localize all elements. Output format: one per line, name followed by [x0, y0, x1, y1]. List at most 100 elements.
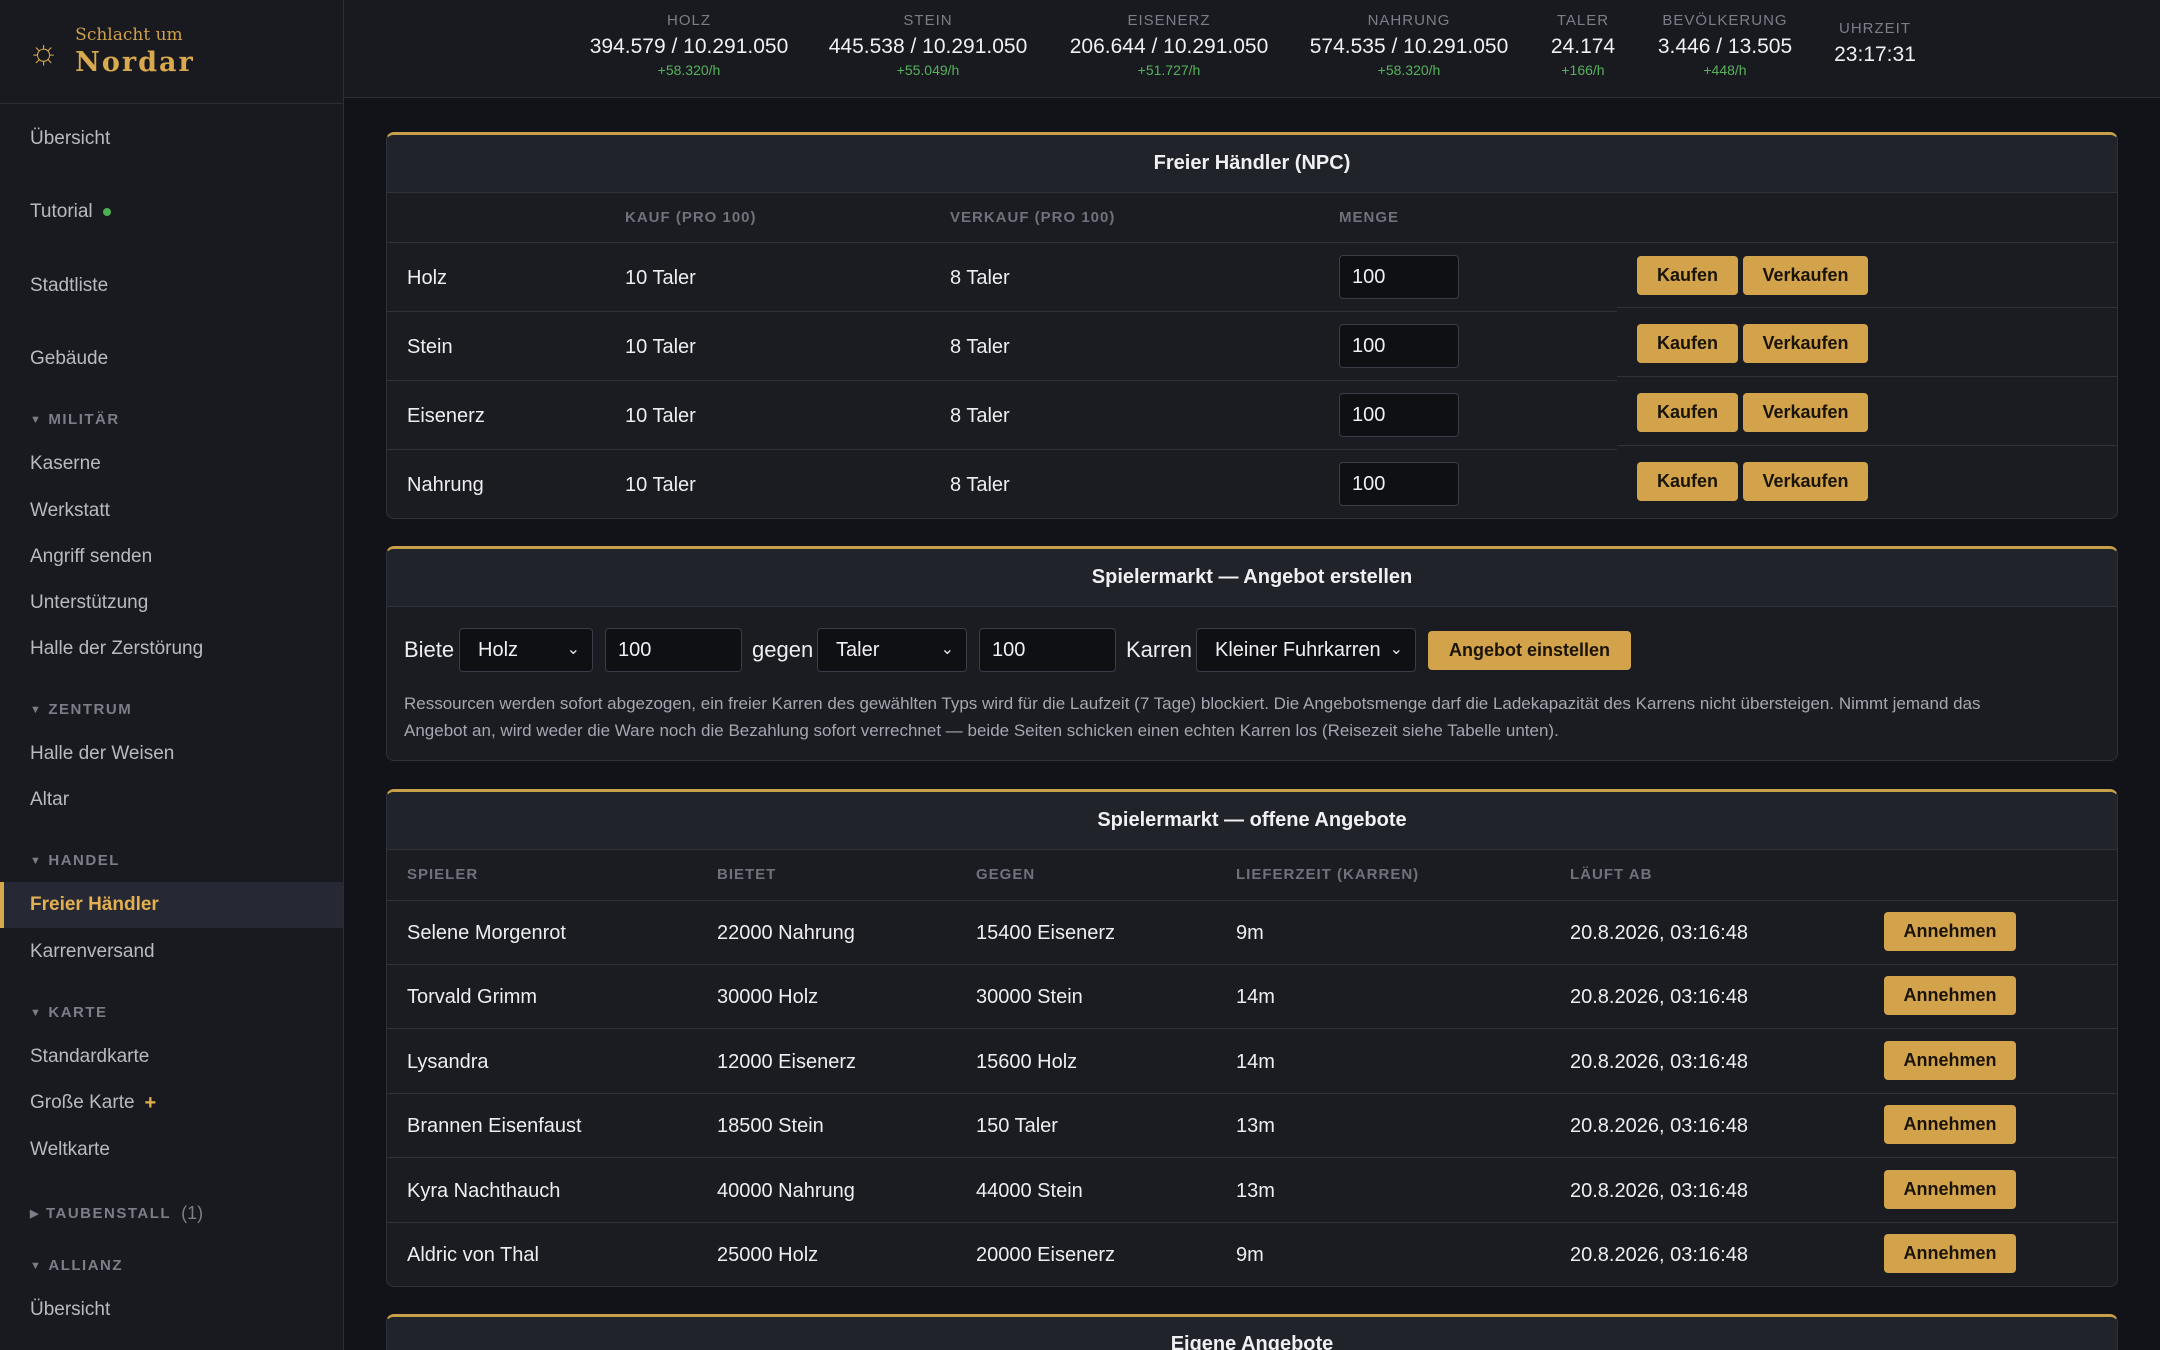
- sidebar-item-label: Werkstatt: [30, 500, 110, 521]
- sell-button[interactable]: Verkaufen: [1743, 462, 1868, 501]
- resource-value: 206.644 / 10.291.050: [1069, 35, 1269, 58]
- sell-button[interactable]: Verkaufen: [1743, 324, 1868, 363]
- divider: [387, 242, 2117, 243]
- sell-button[interactable]: Verkaufen: [1743, 393, 1868, 432]
- sidebar-item-angriff-senden[interactable]: Angriff senden: [0, 534, 343, 580]
- section-title: MILITÄR: [48, 411, 120, 428]
- resource-rate: +55.049/h: [896, 62, 960, 78]
- resource-rate: +58.320/h: [1377, 62, 1441, 78]
- sidebar-item-altar[interactable]: Altar: [0, 777, 343, 823]
- section-title: KARTE: [48, 1004, 108, 1021]
- offer-price: 44000 Stein: [976, 1180, 1083, 1202]
- accept-button[interactable]: Annehmen: [1884, 1105, 2016, 1144]
- panel-title: Freier Händler (NPC): [387, 135, 2117, 193]
- buy-price: 10 Taler: [625, 267, 696, 289]
- accept-button[interactable]: Annehmen: [1884, 1170, 2016, 1209]
- brand-subtitle: Schlacht um: [75, 25, 183, 45]
- caret-down-icon: ▼: [30, 1259, 43, 1272]
- resource-taler: TALER 24.174 +166/h: [1551, 12, 1615, 78]
- sidebar-item-halle-der-zerstoerung[interactable]: Halle der Zerstörung: [0, 626, 343, 672]
- sidebar-item-label: Kaserne: [30, 453, 101, 474]
- for-amount-input[interactable]: [979, 628, 1116, 672]
- submit-offer-button[interactable]: Angebot einstellen: [1428, 631, 1631, 670]
- cart-type-select[interactable]: Kleiner Fuhrkarren ⌄: [1196, 628, 1416, 672]
- resource-rate: +448/h: [1703, 62, 1747, 78]
- quantity-input[interactable]: [1339, 462, 1459, 506]
- sidebar-item-uebersicht[interactable]: Übersicht: [0, 116, 343, 162]
- quantity-input[interactable]: [1339, 324, 1459, 368]
- sidebar-item-label: Große Karte: [30, 1092, 135, 1113]
- section-militaer[interactable]: ▼ MILITÄR: [30, 411, 120, 428]
- accept-button[interactable]: Annehmen: [1884, 912, 2016, 951]
- sidebar-item-grosse-karte[interactable]: Große Karte +: [0, 1080, 343, 1126]
- section-handel[interactable]: ▼ HANDEL: [30, 852, 120, 869]
- sidebar-item-label: Übersicht: [30, 1299, 111, 1320]
- chevron-down-icon: ⌄: [566, 641, 580, 658]
- panel-title: Spielermarkt — Angebot erstellen: [387, 549, 2117, 607]
- section-karte[interactable]: ▼ KARTE: [30, 1004, 108, 1021]
- sidebar-item-werkstatt[interactable]: Werkstatt: [0, 488, 343, 534]
- sidebar-item-label: Standardkarte: [30, 1046, 150, 1067]
- for-resource-select[interactable]: Taler ⌄: [817, 628, 967, 672]
- sidebar-item-label: Altar: [30, 789, 70, 810]
- sidebar-item-kaserne[interactable]: Kaserne: [0, 441, 343, 487]
- divider: [387, 1222, 2117, 1223]
- buy-button[interactable]: Kaufen: [1637, 393, 1738, 432]
- section-allianz[interactable]: ▼ ALLIANZ: [30, 1257, 123, 1274]
- resource-name: Nahrung: [407, 474, 484, 496]
- resource-name: Eisenerz: [407, 405, 485, 427]
- offer-resource-select[interactable]: Holz ⌄: [459, 628, 593, 672]
- buy-button[interactable]: Kaufen: [1637, 256, 1738, 295]
- divider: [387, 900, 2117, 901]
- sidebar-item-weltkarte[interactable]: Weltkarte: [0, 1127, 343, 1173]
- sidebar-item-gebaeude[interactable]: Gebäude: [0, 336, 343, 382]
- buy-price: 10 Taler: [625, 336, 696, 358]
- sidebar-item-tutorial[interactable]: Tutorial: [0, 189, 343, 235]
- offer-price: 30000 Stein: [976, 986, 1083, 1008]
- delivery-time: 14m: [1236, 986, 1275, 1008]
- sidebar-item-allianz-uebersicht[interactable]: Übersicht: [0, 1287, 343, 1333]
- buy-button[interactable]: Kaufen: [1637, 462, 1738, 501]
- clock-label: UHRZEIT: [1839, 20, 1911, 37]
- sidebar-item-freier-haendler[interactable]: Freier Händler: [0, 882, 343, 928]
- col-header-qty: MENGE: [1339, 209, 1400, 226]
- own-offers-panel: Eigene Angebote: [386, 1314, 2118, 1350]
- sidebar-item-karrenversand[interactable]: Karrenversand: [0, 929, 343, 975]
- section-taubenstall[interactable]: ▶ TAUBENSTALL (1): [30, 1203, 203, 1224]
- sidebar-item-stadtliste[interactable]: Stadtliste: [0, 263, 343, 309]
- accept-button[interactable]: Annehmen: [1884, 976, 2016, 1015]
- expires-at: 20.8.2026, 03:16:48: [1570, 1115, 1748, 1137]
- buy-button[interactable]: Kaufen: [1637, 324, 1738, 363]
- divider: [387, 449, 1617, 450]
- caret-down-icon: ▼: [30, 1006, 43, 1019]
- sidebar: ☼ Schlacht um Nordar Übersicht Tutorial …: [0, 0, 344, 1350]
- sidebar-item-unterstuetzung[interactable]: Unterstützung: [0, 580, 343, 626]
- sidebar-item-halle-der-weisen[interactable]: Halle der Weisen: [0, 731, 343, 777]
- brand[interactable]: ☼ Schlacht um Nordar: [0, 0, 343, 104]
- sidebar-item-standardkarte[interactable]: Standardkarte: [0, 1034, 343, 1080]
- resource-label: STEIN: [903, 12, 953, 29]
- accept-button[interactable]: Annehmen: [1884, 1234, 2016, 1273]
- quantity-input[interactable]: [1339, 255, 1459, 299]
- status-dot-icon: [102, 208, 111, 216]
- resource-nahrung: NAHRUNG 574.535 / 10.291.050 +58.320/h: [1310, 12, 1509, 78]
- resource-value: 3.446 / 13.505: [1657, 35, 1793, 58]
- expires-at: 20.8.2026, 03:16:48: [1570, 1051, 1748, 1073]
- player-name: Torvald Grimm: [407, 986, 538, 1008]
- chevron-down-icon: ⌄: [940, 641, 954, 658]
- col-header-buy: KAUF (PRO 100): [625, 209, 757, 226]
- cart-label: Karren: [1126, 637, 1193, 662]
- section-zentrum[interactable]: ▼ ZENTRUM: [30, 701, 132, 718]
- quantity-input[interactable]: [1339, 393, 1459, 437]
- sell-button[interactable]: Verkaufen: [1743, 256, 1868, 295]
- sidebar-item-label: Stadtliste: [30, 275, 109, 296]
- select-value: Taler: [836, 638, 880, 661]
- sidebar-item-label: Halle der Zerstörung: [30, 638, 204, 659]
- sidebar-item-label: Übersicht: [30, 128, 111, 149]
- chevron-down-icon: ⌄: [1389, 641, 1403, 658]
- sidebar-item-label: Halle der Weisen: [30, 743, 175, 764]
- offer-amount-input[interactable]: [605, 628, 742, 672]
- offer-goods: 22000 Nahrung: [717, 922, 855, 944]
- accept-button[interactable]: Annehmen: [1884, 1041, 2016, 1080]
- sidebar-item-label: Unterstützung: [30, 592, 149, 613]
